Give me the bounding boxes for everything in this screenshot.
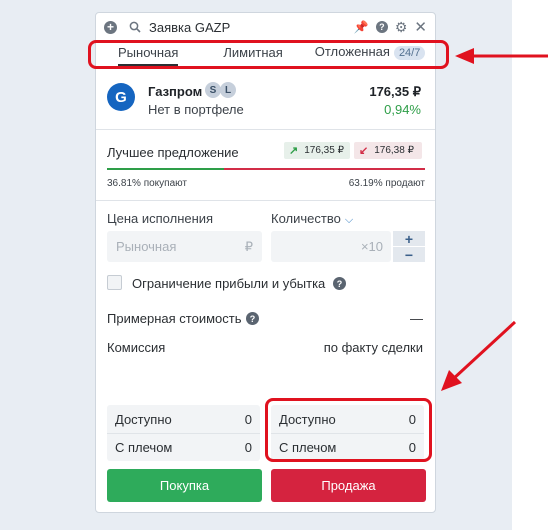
best-buy-price: 176,35 ₽ (304, 145, 344, 156)
quantity-multiplier: ×10 (360, 239, 383, 254)
portfolio-status: Нет в портфеле (148, 102, 244, 117)
best-sell-price-button[interactable]: ↙ 176,38 ₽ (354, 142, 422, 159)
quantity-input[interactable]: ×10 (271, 231, 391, 262)
price-placeholder: Рыночная (116, 239, 177, 254)
help-icon[interactable]: ? (375, 21, 388, 33)
sell-share-text: 63.19% продают (348, 178, 425, 189)
instrument-name: Газпром (148, 84, 203, 99)
window-title: Заявка GAZP (149, 19, 231, 35)
limit-checkbox-label[interactable]: Ограничение прибыли и убытка (132, 276, 325, 291)
help-icon[interactable]: ? (246, 312, 259, 325)
quantity-label[interactable]: Количество ⌵ (271, 211, 353, 227)
long-badge: L (220, 82, 236, 98)
available-label: Доступно (115, 411, 172, 427)
instrument-header: G Газпром S L Нет в портфеле 176,35 ₽ 0,… (96, 71, 435, 131)
highlight-tabs-annotation (88, 40, 449, 69)
buy-share-text: 36.81% покупают (107, 178, 187, 189)
arrow-up-icon: ↗ (289, 145, 299, 157)
gazprom-logo: G (107, 83, 135, 111)
help-icon[interactable]: ? (333, 277, 346, 290)
sell-share-bar (224, 168, 425, 170)
gear-icon[interactable]: ⚙ (395, 19, 408, 36)
instrument-price: 176,35 ₽ (369, 84, 421, 99)
quantity-stepper: + − (393, 231, 425, 262)
leverage-value: 0 (244, 440, 252, 455)
best-buy-price-button[interactable]: ↗ 176,35 ₽ (284, 142, 350, 159)
price-label: Цена исполнения (107, 211, 214, 226)
best-offer-label: Лучшее предложение (107, 145, 239, 160)
short-badge: S (205, 82, 221, 98)
price-input[interactable]: Рыночная ₽ (107, 231, 262, 262)
window-controls: 📌 ? ⚙ ✕ (354, 18, 427, 37)
best-sell-price: 176,38 ₽ (374, 145, 414, 156)
estimate-value: — (410, 311, 423, 326)
currency-symbol: ₽ (244, 238, 253, 254)
divider (96, 129, 435, 130)
buy-available-row: Доступно 0 (107, 405, 260, 433)
title-bar: + Заявка GAZP 📌 ? ⚙ ✕ (96, 13, 435, 41)
price-change: 0,94% (384, 102, 421, 117)
highlight-balance-annotation (265, 398, 432, 462)
buy-balance-panel: Доступно 0 С плечом 0 (107, 405, 260, 461)
buy-share-bar (107, 168, 224, 170)
chevron-down-icon: ⌵ (344, 214, 354, 226)
fee-label: Комиссия (107, 340, 166, 355)
available-value: 0 (244, 411, 252, 427)
leverage-label: С плечом (115, 440, 173, 455)
quantity-label-text: Количество (271, 211, 341, 226)
arrow-down-icon: ↙ (359, 145, 369, 157)
decrement-button[interactable]: − (393, 247, 425, 262)
buy-button[interactable]: Покупка (107, 469, 262, 502)
limit-checkbox[interactable] (107, 275, 122, 290)
close-icon[interactable]: ✕ (414, 18, 427, 36)
buy-leverage-row: С плечом 0 (107, 433, 260, 461)
search-icon[interactable] (129, 21, 141, 33)
increment-button[interactable]: + (393, 231, 425, 246)
fee-value: по факту сделки (323, 340, 423, 355)
divider (96, 200, 435, 201)
pin-icon[interactable]: 📌 (354, 20, 369, 34)
plus-icon[interactable]: + (104, 20, 117, 34)
sell-button[interactable]: Продажа (271, 469, 426, 502)
estimate-label: Примерная стоимость (107, 311, 242, 326)
